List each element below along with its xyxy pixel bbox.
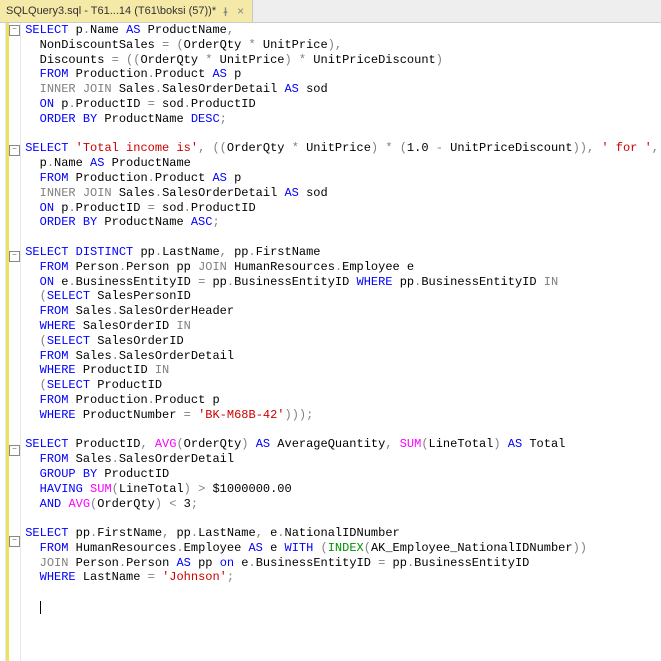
fold-toggle[interactable]: − (9, 445, 20, 456)
code-line[interactable]: WHERE ProductID IN (25, 363, 659, 378)
code-line[interactable]: ORDER BY ProductName ASC; (25, 215, 659, 230)
fold-toggle[interactable]: − (9, 251, 20, 262)
code-line[interactable] (25, 127, 659, 142)
code-line[interactable]: WHERE SalesOrderID IN (25, 319, 659, 334)
pin-icon[interactable] (220, 6, 231, 17)
code-line[interactable]: FROM Production.Product AS p (25, 171, 659, 186)
fold-gutter: − − − − − (9, 23, 21, 661)
code-line[interactable]: ON e.BusinessEntityID = pp.BusinessEntit… (25, 275, 659, 290)
code-line[interactable]: ON p.ProductID = sod.ProductID (25, 201, 659, 216)
code-line[interactable]: FROM Sales.SalesOrderDetail (25, 349, 659, 364)
code-line[interactable]: FROM HumanResources.Employee AS e WITH (… (25, 541, 659, 556)
code-line[interactable]: AND AVG(OrderQty) < 3; (25, 497, 659, 512)
close-tab-button[interactable]: × (235, 4, 246, 18)
code-editor[interactable]: − − − − − SELECT p.Name AS ProductName, NonD… (0, 23, 661, 661)
editor-tab[interactable]: SQLQuery3.sql - T61...14 (T61\boksi (57)… (0, 0, 253, 22)
code-line[interactable]: FROM Production.Product p (25, 393, 659, 408)
code-line[interactable]: FROM Sales.SalesOrderDetail (25, 452, 659, 467)
code-line[interactable]: WHERE LastName = 'Johnson'; (25, 570, 659, 585)
code-line[interactable]: SELECT pp.FirstName, pp.LastName, e.Nati… (25, 526, 659, 541)
tab-title: SQLQuery3.sql - T61...14 (T61\boksi (57)… (6, 5, 216, 17)
code-line[interactable]: (SELECT ProductID (25, 378, 659, 393)
code-line[interactable]: NonDiscountSales = (OrderQty * UnitPrice… (25, 38, 659, 53)
code-line[interactable] (25, 585, 659, 600)
code-line[interactable]: Discounts = ((OrderQty * UnitPrice) * Un… (25, 53, 659, 68)
code-line[interactable]: SELECT 'Total income is', ((OrderQty * U… (25, 141, 659, 156)
code-line[interactable]: HAVING SUM(LineTotal) > $1000000.00 (25, 482, 659, 497)
code-line[interactable]: FROM Person.Person pp JOIN HumanResource… (25, 260, 659, 275)
code-line[interactable]: SELECT p.Name AS ProductName, (25, 23, 659, 38)
code-line[interactable]: SELECT DISTINCT pp.LastName, pp.FirstNam… (25, 245, 659, 260)
fold-toggle[interactable]: − (9, 536, 20, 547)
code-line[interactable]: SELECT ProductID, AVG(OrderQty) AS Avera… (25, 437, 659, 452)
code-line[interactable]: ON p.ProductID = sod.ProductID (25, 97, 659, 112)
code-line[interactable]: p.Name AS ProductName (25, 156, 659, 171)
code-line[interactable]: FROM Sales.SalesOrderHeader (25, 304, 659, 319)
code-line[interactable] (25, 600, 659, 615)
code-line[interactable]: JOIN Person.Person AS pp on e.BusinessEn… (25, 556, 659, 571)
code-line[interactable]: (SELECT SalesOrderID (25, 334, 659, 349)
code-line[interactable]: (SELECT SalesPersonID (25, 289, 659, 304)
fold-toggle[interactable]: − (9, 25, 20, 36)
tab-bar: SQLQuery3.sql - T61...14 (T61\boksi (57)… (0, 0, 661, 23)
text-cursor (40, 601, 41, 614)
code-line[interactable]: INNER JOIN Sales.SalesOrderDetail AS sod (25, 186, 659, 201)
code-line[interactable] (25, 423, 659, 438)
code-line[interactable] (25, 230, 659, 245)
fold-toggle[interactable]: − (9, 145, 20, 156)
code-line[interactable]: FROM Production.Product AS p (25, 67, 659, 82)
code-line[interactable] (25, 511, 659, 526)
code-line[interactable]: ORDER BY ProductName DESC; (25, 112, 659, 127)
code-area[interactable]: SELECT p.Name AS ProductName, NonDiscoun… (21, 23, 661, 661)
code-line[interactable]: INNER JOIN Sales.SalesOrderDetail AS sod (25, 82, 659, 97)
code-line[interactable]: WHERE ProductNumber = 'BK-M68B-42'))); (25, 408, 659, 423)
code-line[interactable]: GROUP BY ProductID (25, 467, 659, 482)
